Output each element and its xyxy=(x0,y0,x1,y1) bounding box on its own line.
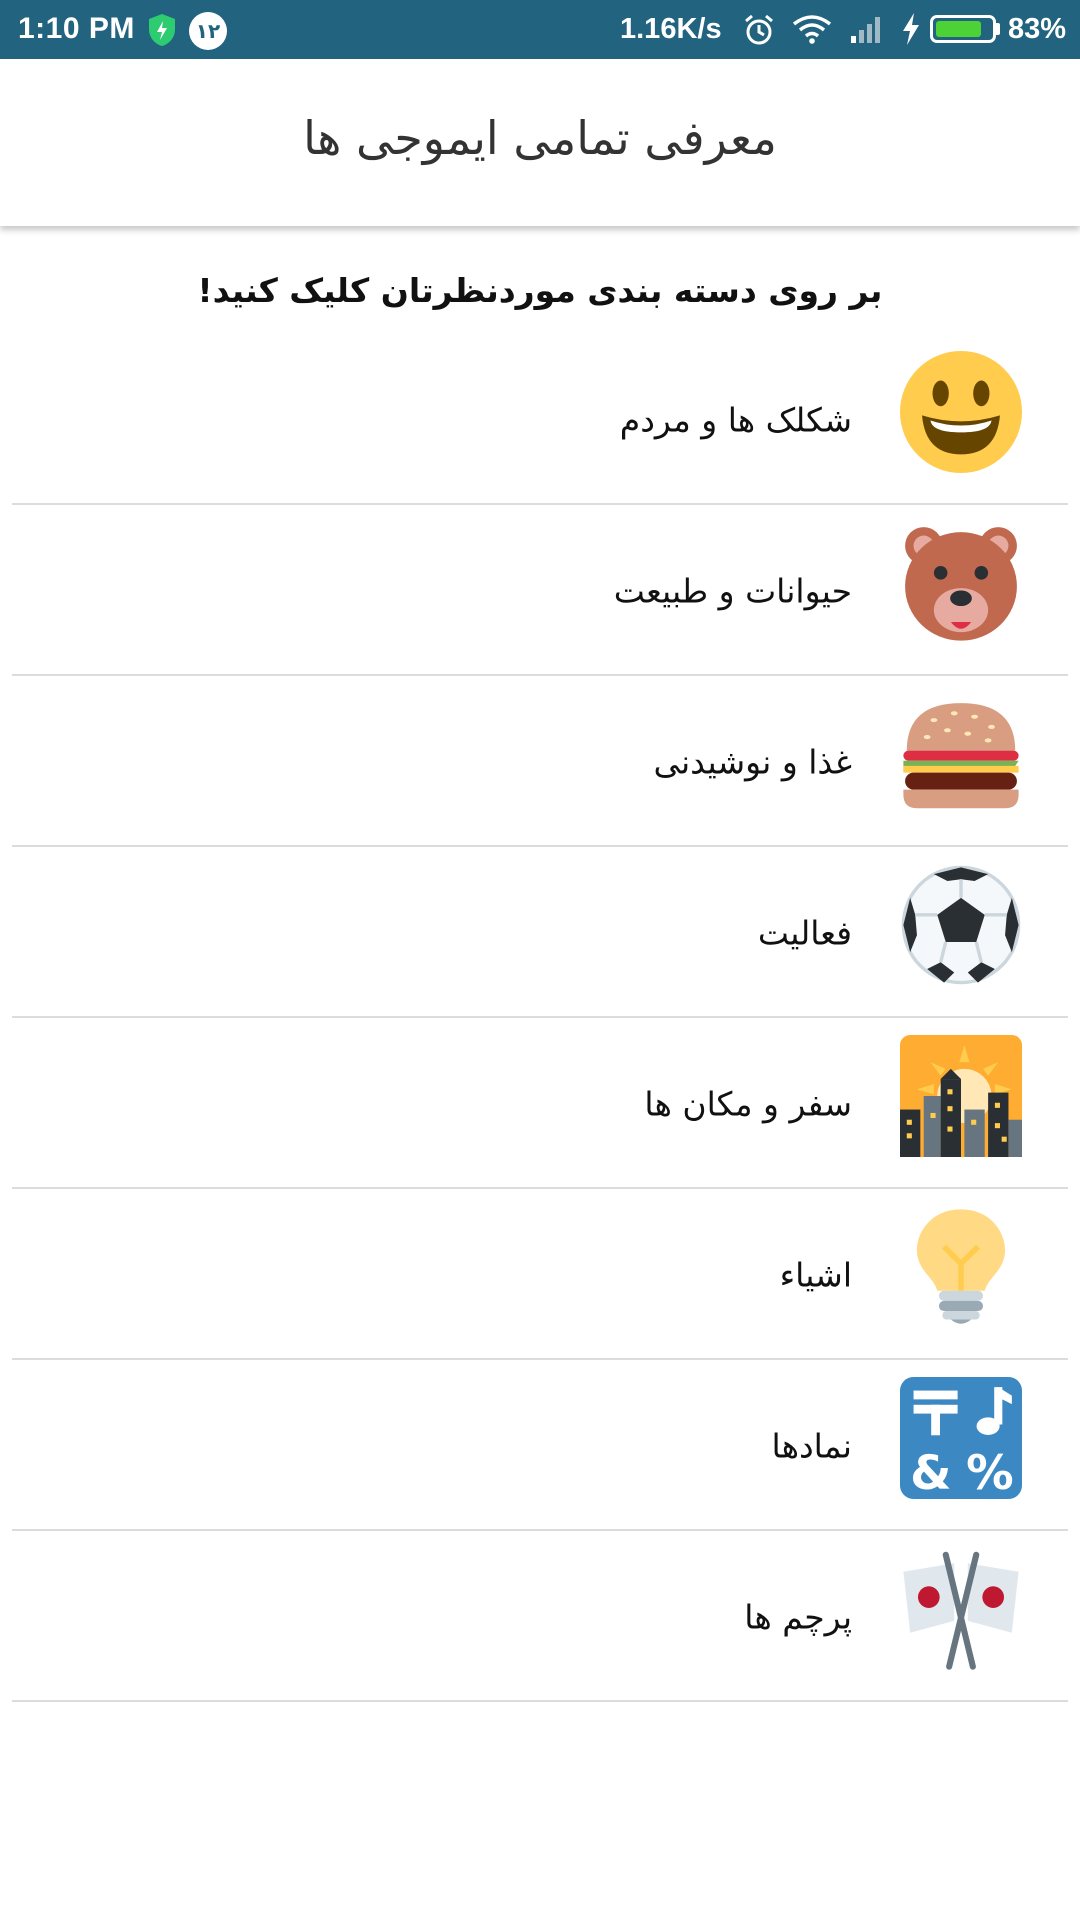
category-label: پرچم ها xyxy=(744,1597,852,1636)
category-label: شکلک ها و مردم xyxy=(619,400,852,439)
hamburger-icon xyxy=(903,703,1019,809)
symbols-icon: & % xyxy=(900,1377,1022,1499)
battery-fill xyxy=(936,21,981,37)
light-bulb-icon xyxy=(916,1209,1006,1324)
status-time: 1:10 PM xyxy=(18,12,135,45)
notification-badge: ۱۲ xyxy=(189,12,227,50)
alarm-icon xyxy=(745,14,773,45)
divider xyxy=(12,1700,1068,1702)
smiley-face-icon xyxy=(900,351,1022,473)
page-title: معرفی تمامی ایموجی ها xyxy=(303,111,777,165)
charging-bolt-icon xyxy=(903,13,919,45)
crossed-flags-icon xyxy=(903,1551,1019,1670)
category-label: غذا و نوشیدنی xyxy=(653,742,852,781)
shield-icon xyxy=(149,14,175,46)
category-item-smileys-people[interactable]: شکلک ها و مردم xyxy=(0,334,1080,505)
category-item-food-drink[interactable]: غذا و نوشیدنی xyxy=(0,676,1080,847)
category-label: سفر و مکان ها xyxy=(644,1084,852,1123)
battery-percent: 83% xyxy=(1008,13,1067,45)
category-item-symbols[interactable]: نمادها & % xyxy=(0,1360,1080,1531)
signal-icon xyxy=(851,17,880,43)
category-item-activity[interactable]: فعالیت xyxy=(0,847,1080,1018)
status-bar: 1:10 PM ۱۲ 1.16K/s 83% xyxy=(0,0,1080,59)
svg-text:%: % xyxy=(966,1446,1014,1499)
category-list: شکلک ها و مردم حیوانات و طبیعت غذا و نوش… xyxy=(0,334,1080,1702)
bear-face-icon xyxy=(905,527,1017,641)
instruction-text: بر روی دسته بندی موردنظرتان کلیک کنید! xyxy=(197,271,883,310)
category-label: حیوانات و طبیعت xyxy=(613,571,852,610)
category-item-animals-nature[interactable]: حیوانات و طبیعت xyxy=(0,505,1080,676)
network-speed: 1.16K/s xyxy=(620,13,722,45)
soccer-ball-icon xyxy=(901,865,1021,985)
category-label: نمادها xyxy=(771,1426,852,1465)
category-item-flags[interactable]: پرچم ها xyxy=(0,1531,1080,1702)
category-label: اشیاء xyxy=(779,1255,852,1294)
app-bar: معرفی تمامی ایموجی ها xyxy=(0,59,1080,226)
battery-tip xyxy=(996,23,1000,35)
wifi-icon xyxy=(792,15,832,44)
svg-text:&: & xyxy=(910,1446,951,1499)
category-label: فعالیت xyxy=(757,913,852,952)
battery-icon xyxy=(930,15,996,43)
category-item-travel-places[interactable]: سفر و مکان ها xyxy=(0,1018,1080,1189)
category-item-objects[interactable]: اشیاء xyxy=(0,1189,1080,1360)
cityscape-sunset-icon xyxy=(900,1035,1022,1157)
